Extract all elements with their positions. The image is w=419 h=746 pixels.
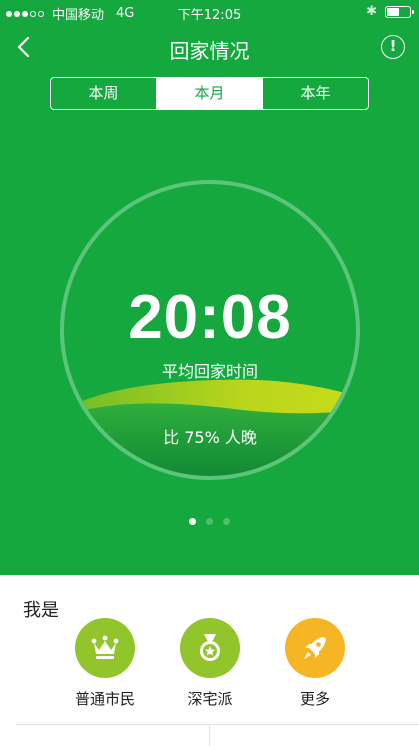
- bluetooth-icon: ✱: [366, 4, 377, 19]
- badge-citizen[interactable]: 普通市民: [65, 618, 145, 709]
- section-divider: [16, 724, 419, 725]
- average-return-label: 平均回家时间: [161, 362, 258, 381]
- average-return-time: 20:08: [128, 283, 292, 352]
- comparison-text: 比 75% 人晚: [163, 428, 257, 447]
- page-dot[interactable]: [206, 518, 213, 525]
- page-dot[interactable]: [223, 518, 230, 525]
- badge-label: 深宅派: [187, 690, 233, 708]
- badge-circle: [285, 618, 345, 678]
- period-segmented-control: 本周 本月 本年: [50, 77, 369, 110]
- column-divider: [209, 725, 210, 746]
- crown-icon: [91, 635, 119, 659]
- stats-ring[interactable]: 20:08 平均回家时间 比 75% 人晚: [60, 180, 360, 480]
- page-dot[interactable]: [189, 518, 196, 525]
- battery-icon: [385, 5, 414, 18]
- badge-circle: [75, 618, 135, 678]
- badge-label: 普通市民: [74, 690, 135, 708]
- info-icon: !: [389, 37, 397, 55]
- navigation-bar: 回家情况 !: [0, 24, 419, 70]
- info-button[interactable]: !: [381, 35, 405, 59]
- badge-circle: [180, 618, 240, 678]
- page-title: 回家情况: [169, 39, 250, 63]
- page-indicator: [0, 518, 419, 525]
- status-time: 下午12:05: [177, 8, 242, 23]
- badge-label: 更多: [299, 690, 330, 708]
- status-bar: 中国移动 4G 下午12:05 ✱: [0, 0, 419, 24]
- rocket-icon: [304, 637, 326, 659]
- badge-homebody[interactable]: 深宅派: [170, 618, 250, 709]
- badge-more[interactable]: 更多: [275, 618, 355, 709]
- tab-year[interactable]: 本年: [262, 78, 368, 109]
- badge-list: 普通市民 深宅派 更多: [0, 618, 419, 718]
- status-right: ✱: [366, 4, 414, 19]
- tab-week[interactable]: 本周: [51, 78, 156, 109]
- medal-icon: [200, 634, 220, 661]
- tab-month[interactable]: 本月: [156, 78, 262, 109]
